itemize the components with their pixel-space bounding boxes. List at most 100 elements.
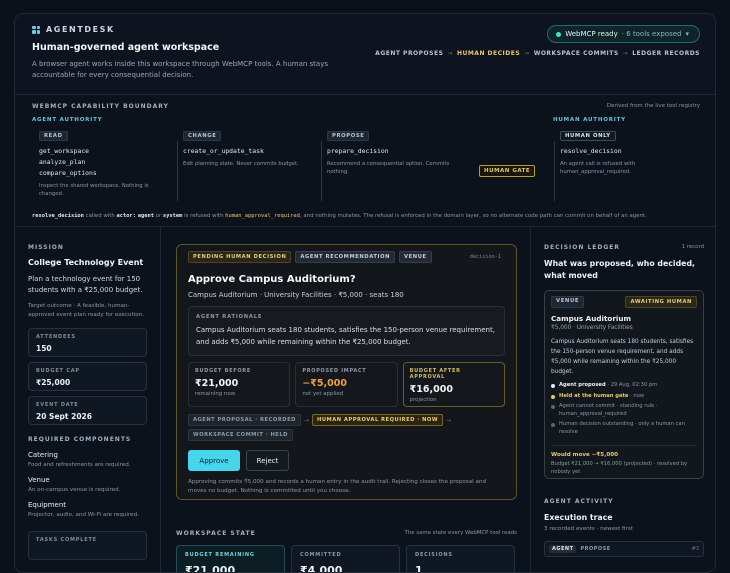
brand: AGENTDESK [32, 25, 115, 34]
tile-label: BUDGET REMAINING [185, 552, 255, 558]
activity-event[interactable]: AGENT PROPOSE #3 [544, 541, 704, 557]
timeline-dot-icon [551, 405, 555, 409]
timeline-event: Held at the human gate [559, 392, 629, 399]
metric-value: ₹21,000 [195, 378, 239, 389]
timeline-item: Human decision outstanding · only a huma… [551, 421, 697, 436]
metric-budget-before: BUDGET BEFORE ₹21,000 remaining now [188, 362, 291, 407]
ledger-record[interactable]: VENUE AWAITING HUMAN Campus Auditorium ₹… [544, 290, 704, 479]
rationale-label: AGENT RATIONALE [196, 314, 263, 320]
divider [554, 141, 555, 201]
tool-name: create_or_update_task [183, 147, 264, 155]
header: AGENTDESK Human-governed agent workspace… [15, 14, 715, 95]
budget-metrics: BUDGET BEFORE ₹21,000 remaining now PROP… [188, 362, 505, 407]
timeline-dot-icon [551, 394, 555, 399]
record-desc: Campus Auditorium seats 180 students, sa… [551, 339, 694, 375]
rationale-text: Campus Auditorium seats 180 students, sa… [196, 326, 495, 346]
timeline-detail: Human decision outstanding · only a huma… [559, 421, 685, 435]
timeline-item: Held at the human gate · now [551, 393, 697, 401]
step-badge: HUMAN APPROVAL REQUIRED · NOW [312, 414, 444, 426]
flow-step: HUMAN DECIDES [456, 50, 521, 57]
capability-boundary: WEBMCP CAPABILITY BOUNDARY Derived from … [15, 95, 715, 227]
event-actor: AGENT [549, 545, 577, 553]
section-heading: MISSION [28, 244, 64, 251]
decision-title: Approve Campus Auditorium? [188, 274, 356, 285]
capability-group-read: READ get_workspace analyze_plan compare_… [39, 131, 157, 198]
record-sub: ₹5,000 · University Facilities [551, 325, 633, 331]
stat-label: TASKS COMPLETE [36, 537, 97, 543]
group-desc: Inspect the shared workspace. Nothing is… [39, 183, 149, 197]
status-label: WebMCP ready [565, 30, 618, 38]
flow-step: LEDGER RECORDS [632, 50, 700, 57]
ledger-title: What was proposed, who decided, what mov… [544, 259, 695, 280]
rule-text: or [153, 213, 163, 219]
event-number: #3 [691, 546, 699, 552]
rule-text: called with [83, 213, 117, 219]
component-item: Venue An on-campus venue is required. [28, 476, 147, 493]
group-tag: CHANGE [183, 131, 222, 141]
decision-subtitle: Campus Auditorium · University Facilitie… [188, 291, 404, 299]
rule-text: , and nothing mutates. The refusal is en… [299, 213, 647, 219]
metric-value: ₹16,000 [409, 384, 453, 395]
type-badge: AGENT RECOMMENDATION [295, 251, 396, 263]
decision-steps: AGENT PROPOSAL · RECORDED → HUMAN APPROV… [188, 414, 458, 441]
stat-label: BUDGET CAP [36, 368, 80, 374]
metric-proposed-impact: PROPOSED IMPACT −₹5,000 not yet applied [295, 362, 398, 407]
group-tag: HUMAN ONLY [560, 131, 616, 141]
decision-card: PENDING HUMAN DECISION AGENT RECOMMENDAT… [176, 244, 517, 500]
section-heading: AGENT ACTIVITY [544, 498, 614, 505]
component-desc: An on-campus venue is required. [28, 487, 121, 493]
metric-label: BUDGET AFTER APPROVAL [409, 368, 461, 380]
agent-rationale: AGENT RATIONALE Campus Auditorium seats … [188, 306, 505, 356]
stat-budget-cap: BUDGET CAP ₹25,000 [28, 362, 147, 391]
component-name: Catering [28, 451, 58, 459]
page-title: Human-governed agent workspace [32, 42, 220, 53]
derived-note: Derived from the live tool registry [606, 103, 700, 109]
flow-arrow: → [524, 50, 530, 57]
flow-step: AGENT PROPOSES [375, 50, 444, 57]
timeline-item: Agent cannot commit · standing rule · hu… [551, 403, 697, 418]
flow-step: WORKSPACE COMMITS [533, 50, 619, 57]
arrow-right-icon: → [446, 416, 452, 424]
decision-id: decision-1 [469, 254, 501, 260]
record-count: 1 record [681, 244, 704, 250]
tile-budget-remaining: BUDGET REMAINING ₹21,000 [176, 545, 285, 573]
status-dot-icon [556, 31, 562, 37]
would-move-amount: Would move −₹5,000 [551, 452, 618, 458]
stat-label: EVENT DATE [36, 402, 79, 408]
chevron-down-icon: ▾ [685, 30, 689, 38]
record-title: Campus Auditorium [551, 314, 631, 323]
timeline-detail: Agent cannot commit · standing rule · hu… [559, 403, 658, 417]
page-subtitle: A browser agent works inside this worksp… [32, 60, 328, 79]
would-move: Would move −₹5,000 Budget ₹21,000 → ₹16,… [551, 445, 697, 476]
reject-button[interactable]: Reject [246, 450, 289, 471]
timeline-detail: · now [628, 392, 645, 399]
tile-value: ₹4,000 [300, 564, 343, 573]
timeline-detail: · 29 Aug, 02:30 pm [605, 382, 658, 388]
rule-agent: agent [137, 213, 154, 219]
component-name: Venue [28, 476, 50, 484]
status-badge: AWAITING HUMAN [625, 296, 697, 308]
event-kind: PROPOSE [580, 546, 611, 552]
stat-tasks-complete: TASKS COMPLETE [28, 531, 147, 560]
section-heading: DECISION LEDGER [544, 244, 621, 251]
timeline-dot-icon [551, 423, 555, 427]
tile-value: ₹21,000 [185, 564, 236, 573]
tool-name: prepare_decision [327, 147, 389, 155]
component-desc: Food and refreshments are required. [28, 462, 131, 468]
group-tag: READ [39, 131, 68, 141]
approve-button[interactable]: Approve [188, 450, 240, 471]
stat-value: 150 [36, 344, 52, 353]
group-desc: Edit planning state. Never commits budge… [183, 161, 299, 167]
section-heading: WEBMCP CAPABILITY BOUNDARY [32, 103, 169, 110]
step-badge: AGENT PROPOSAL · RECORDED [188, 414, 301, 426]
record-tag: VENUE [551, 296, 585, 308]
status-badge: PENDING HUMAN DECISION [188, 251, 292, 263]
human-gate-badge: HUMAN GATE [479, 165, 536, 177]
tile-decisions: DECISIONS 1 [406, 545, 515, 572]
workspace-note: The same state every WebMCP tool reads [404, 530, 517, 536]
brand-name: AGENTDESK [46, 25, 115, 34]
activity-title: Execution trace [544, 513, 613, 522]
divider [177, 141, 178, 201]
webmcp-status-pill[interactable]: WebMCP ready · 6 tools exposed ▾ [547, 25, 700, 43]
tool-name: resolve_decision [560, 147, 622, 155]
